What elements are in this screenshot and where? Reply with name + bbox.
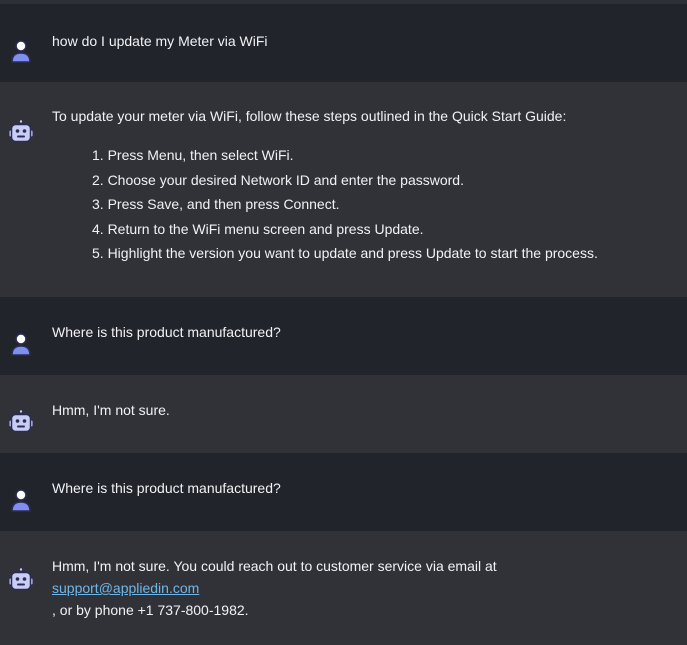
user-message: Where is this product manufactured? xyxy=(0,297,687,375)
robot-icon xyxy=(8,567,34,591)
list-item: 1. Press Menu, then select WiFi. xyxy=(92,147,294,163)
message-text: Where is this product manufactured? xyxy=(52,480,281,496)
list-item: 3. Press Save, and then press Connect. xyxy=(92,196,340,212)
message-text: Hmm, I'm not sure. You could reach out t… xyxy=(52,555,667,621)
robot-icon xyxy=(8,409,34,433)
message-text: To update your meter via WiFi, follow th… xyxy=(52,108,567,124)
bot-message: Hmm, I'm not sure. xyxy=(0,375,687,453)
user-message: how do I update my Meter via WiFi xyxy=(0,4,687,82)
list-item: 4. Return to the WiFi menu screen and pr… xyxy=(92,220,424,237)
message-line: Hmm, I'm not sure. You could reach out t… xyxy=(52,558,497,574)
list-item: 2. Choose your desired Network ID and en… xyxy=(92,171,464,188)
bot-message: To update your meter via WiFi, follow th… xyxy=(0,82,687,297)
steps-list: 1. Press Menu, then select WiFi. 2. Choo… xyxy=(92,143,598,266)
message-line: , or by phone +1 737-800-1982. xyxy=(52,602,249,618)
message-text: Where is this product manufactured? xyxy=(52,324,281,340)
bot-message: Hmm, I'm not sure. You could reach out t… xyxy=(0,531,687,645)
support-email-link[interactable]: support@appliedin.com xyxy=(52,580,199,596)
message-text: Hmm, I'm not sure. xyxy=(52,402,170,418)
user-icon xyxy=(11,333,31,356)
robot-icon xyxy=(8,119,34,143)
list-item: 5. Highlight the version you want to upd… xyxy=(92,245,598,261)
user-icon xyxy=(11,489,31,512)
user-icon xyxy=(11,40,31,63)
user-message: Where is this product manufactured? xyxy=(0,453,687,531)
message-text: how do I update my Meter via WiFi xyxy=(52,33,268,49)
